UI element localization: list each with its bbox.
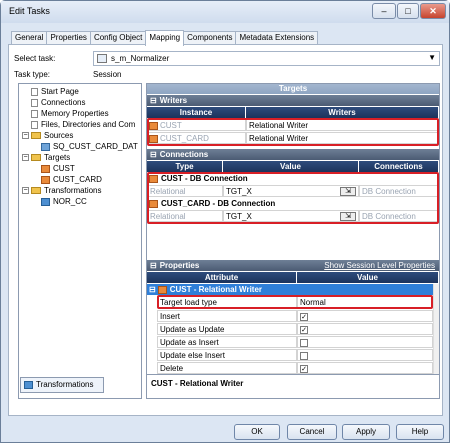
- collapse-icon[interactable]: −: [22, 187, 29, 195]
- collapse-icon: ⊟: [150, 96, 157, 105]
- tab-general[interactable]: General: [11, 31, 48, 45]
- target-icon: [41, 164, 50, 173]
- tree-item-memory-properties[interactable]: Memory Properties: [31, 109, 109, 119]
- show-session-properties-link[interactable]: Show Session Level Properties: [324, 260, 435, 271]
- source-qualifier-icon: [41, 142, 50, 151]
- doc-icon: [31, 98, 38, 107]
- property-value-insert: ✓: [297, 310, 433, 322]
- title-bar: Edit Tasks – □ ✕: [1, 1, 449, 23]
- task-type-value: Session: [93, 70, 122, 79]
- tree-item-cust-card[interactable]: CUST_CARD: [41, 175, 102, 185]
- writers-section-header[interactable]: ⊟ Writers: [147, 95, 439, 106]
- properties-scrollbar[interactable]: [433, 284, 439, 374]
- target-icon: [157, 285, 167, 294]
- tab-strip: General Properties Config Object Mapping Com…: [11, 29, 319, 46]
- tree-item-start-page[interactable]: Start Page: [31, 87, 79, 97]
- help-button[interactable]: Help: [396, 424, 444, 440]
- tree-item-transformations[interactable]: − Transformations: [22, 186, 102, 196]
- delete-checkbox[interactable]: ✓: [300, 364, 308, 373]
- update-else-insert-checkbox[interactable]: [300, 351, 308, 360]
- col-value: Value: [297, 272, 439, 283]
- navigation-tree: Start Page Connections Memory Properties…: [18, 83, 142, 399]
- mapping-panel: Select task: s_m_Normalizer ▼ Task type:…: [8, 44, 443, 416]
- property-value-update-as-update: ✓: [297, 323, 433, 335]
- target-load-type-highlight: [157, 295, 433, 309]
- select-task-label: Select task:: [14, 54, 56, 63]
- collapse-icon: ⊟: [150, 150, 157, 159]
- property-value-delete: ✓: [297, 362, 433, 374]
- transformations-icon: [24, 380, 33, 389]
- property-attr-delete: Delete: [157, 362, 297, 374]
- minimize-button[interactable]: –: [372, 3, 396, 19]
- property-attr-update-else-insert: Update else Insert: [157, 349, 297, 361]
- apply-button[interactable]: Apply: [342, 424, 390, 440]
- chevron-down-icon: ▼: [428, 53, 436, 62]
- edit-tasks-dialog: Edit Tasks – □ ✕ General Properties Config…: [0, 0, 450, 443]
- collapse-icon: ⊟: [150, 261, 157, 270]
- tree-item-targets[interactable]: − Targets: [22, 153, 70, 163]
- ok-button[interactable]: OK: [234, 424, 280, 440]
- selection-description: CUST - Relational Writer: [147, 374, 439, 398]
- property-attr-update-as-insert: Update as Insert: [157, 336, 297, 348]
- cancel-button[interactable]: Cancel: [287, 424, 337, 440]
- doc-icon: [31, 120, 38, 129]
- property-attr-update-as-update: Update as Update: [157, 323, 297, 335]
- properties-group-cust[interactable]: ⊟ CUST - Relational Writer: [147, 284, 433, 295]
- tab-components[interactable]: Components: [183, 31, 237, 45]
- select-task-value: s_m_Normalizer: [111, 54, 170, 63]
- tab-config-object[interactable]: Config Object: [89, 31, 147, 45]
- tab-properties[interactable]: Properties: [46, 31, 91, 45]
- collapse-icon[interactable]: −: [22, 132, 29, 140]
- tree-item-cust[interactable]: CUST: [41, 164, 75, 174]
- col-attribute: Attribute: [147, 272, 297, 283]
- collapse-icon: ⊟: [149, 285, 156, 294]
- update-as-insert-checkbox[interactable]: [300, 338, 308, 347]
- property-value-update-else-insert: [297, 349, 433, 361]
- tree-item-sq-cust-card[interactable]: SQ_CUST_CARD_DAT: [41, 142, 138, 152]
- writers-highlight: [147, 118, 439, 146]
- collapse-icon[interactable]: −: [22, 154, 29, 162]
- col-connections: Connections: [359, 161, 439, 172]
- close-button[interactable]: ✕: [420, 3, 446, 19]
- col-value: Value: [223, 161, 359, 172]
- connections-highlight: [147, 172, 439, 224]
- tree-item-connections[interactable]: Connections: [31, 98, 85, 108]
- targets-panel: Targets ⊟ Writers Instance Writers CUST R…: [146, 83, 440, 399]
- folder-icon: [31, 154, 41, 162]
- transformations-tab[interactable]: Transformations: [20, 377, 104, 393]
- folder-icon: [31, 187, 41, 195]
- update-as-update-checkbox[interactable]: ✓: [300, 325, 308, 334]
- folder-icon: [31, 132, 41, 140]
- col-writers: Writers: [246, 107, 439, 118]
- task-type-label: Task type:: [14, 70, 51, 79]
- connections-section-header[interactable]: ⊟ Connections: [147, 149, 439, 160]
- tree-item-sources[interactable]: − Sources: [22, 131, 73, 141]
- select-task-dropdown[interactable]: s_m_Normalizer ▼: [93, 51, 440, 66]
- col-instance: Instance: [147, 107, 246, 118]
- targets-header: Targets: [147, 84, 439, 94]
- tree-item-nor-cc[interactable]: NOR_CC: [41, 197, 87, 207]
- property-attr-insert: Insert: [157, 310, 297, 322]
- window-title: Edit Tasks: [9, 6, 50, 16]
- normalizer-icon: [41, 197, 50, 206]
- doc-icon: [31, 87, 38, 96]
- session-icon: [97, 54, 107, 63]
- property-value-update-as-insert: [297, 336, 433, 348]
- col-type: Type: [147, 161, 223, 172]
- target-icon: [41, 175, 50, 184]
- doc-icon: [31, 109, 38, 118]
- tab-mapping[interactable]: Mapping: [145, 30, 185, 46]
- maximize-button[interactable]: □: [397, 3, 419, 19]
- insert-checkbox[interactable]: ✓: [300, 312, 308, 321]
- tree-item-files-directories[interactable]: Files, Directories and Com: [31, 120, 135, 130]
- properties-section-header[interactable]: ⊟ Properties Show Session Level Properties: [147, 260, 439, 271]
- tab-metadata-extensions[interactable]: Metadata Extensions: [235, 31, 319, 45]
